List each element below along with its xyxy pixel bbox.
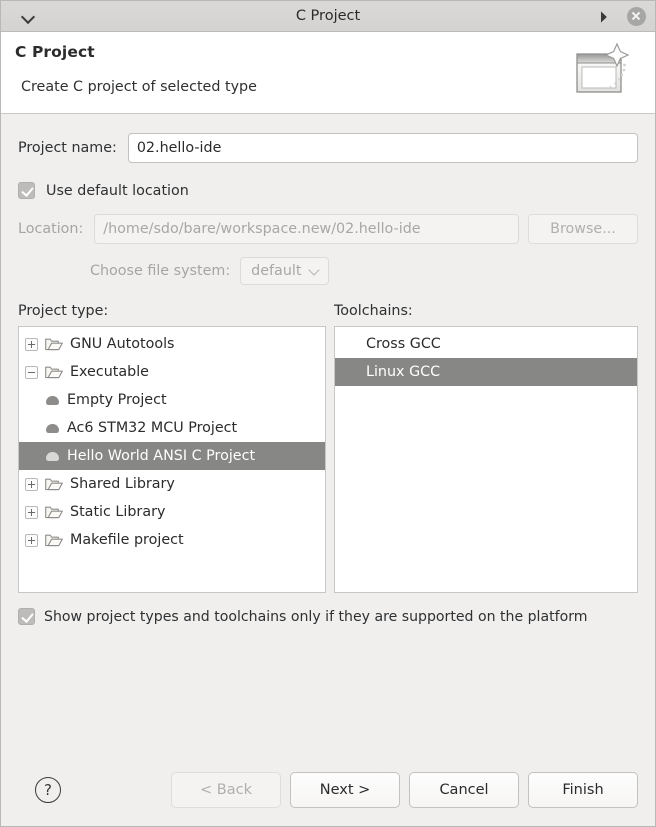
file-system-select[interactable]: default	[240, 257, 330, 285]
location-row: Location: /home/sdo/bare/workspace.new/0…	[18, 214, 638, 244]
toolchains-panel: Toolchains: Cross GCC Linux GCC	[334, 303, 638, 593]
use-default-location-row[interactable]: Use default location	[18, 182, 638, 199]
c-project-dialog: C Project C Project Create C project of …	[0, 0, 656, 827]
folder-icon	[45, 337, 63, 351]
toolchain-item-label: Linux GCC	[366, 364, 441, 380]
restore-button[interactable]	[590, 5, 612, 27]
project-type-item-label: Hello World ANSI C Project	[67, 448, 256, 464]
window-title: C Project	[295, 8, 361, 24]
toolchain-item[interactable]: Cross GCC	[335, 330, 637, 358]
close-button[interactable]	[625, 5, 647, 27]
expand-icon[interactable]	[25, 505, 38, 519]
project-type-item[interactable]: Static Library	[19, 498, 325, 526]
project-template-icon	[46, 450, 59, 463]
file-system-value: default	[251, 263, 302, 279]
toolchain-item-label: Cross GCC	[366, 336, 441, 352]
project-type-item-label: Makefile project	[70, 532, 184, 548]
project-type-item[interactable]: Shared Library	[19, 470, 325, 498]
chevron-down-icon	[310, 266, 320, 276]
new-project-wizard-icon	[567, 42, 637, 104]
title-bar: C Project	[1, 1, 655, 32]
page-title: C Project	[15, 43, 95, 61]
dialog-content: Project name: 02.hello-ide Use default l…	[1, 114, 655, 754]
project-type-label: Project type:	[18, 303, 109, 319]
dialog-footer: ? < Back Next > Cancel Finish	[1, 754, 655, 826]
folder-icon	[45, 505, 63, 519]
toolchains-label: Toolchains:	[334, 303, 413, 319]
use-default-location-checkbox[interactable]	[18, 182, 35, 199]
project-type-item[interactable]: Executable	[19, 358, 325, 386]
help-button[interactable]: ?	[35, 777, 61, 803]
location-label: Location:	[18, 221, 84, 237]
folder-icon	[45, 477, 63, 491]
project-name-label: Project name:	[18, 140, 117, 156]
project-type-tree[interactable]: GNU Autotools Executable Empty Project Ac6 …	[18, 326, 326, 593]
project-type-item[interactable]: Makefile project	[19, 526, 325, 554]
selection-panels: Project type: GNU Autotools Executable Emp…	[18, 303, 638, 593]
folder-icon	[45, 365, 63, 379]
expand-icon[interactable]	[25, 533, 38, 547]
project-template-icon	[46, 422, 59, 435]
project-type-item-label: Ac6 STM32 MCU Project	[67, 420, 238, 436]
footer-buttons: < Back Next > Cancel Finish	[171, 772, 638, 808]
browse-button[interactable]: Browse...	[528, 214, 638, 244]
project-type-item[interactable]: Hello World ANSI C Project	[19, 442, 325, 470]
folder-icon	[45, 533, 63, 547]
use-default-location-label: Use default location	[46, 182, 189, 199]
window-menu-button[interactable]	[11, 10, 45, 23]
page-subtitle: Create C project of selected type	[21, 79, 257, 95]
next-button[interactable]: Next >	[290, 772, 400, 808]
cancel-button[interactable]: Cancel	[409, 772, 519, 808]
project-type-item-label: GNU Autotools	[70, 336, 175, 352]
project-type-panel: Project type: GNU Autotools Executable Emp…	[18, 303, 326, 593]
finish-button[interactable]: Finish	[528, 772, 638, 808]
project-type-item-label: Shared Library	[70, 476, 175, 492]
window-controls	[590, 5, 647, 27]
wizard-header: C Project Create C project of selected t…	[1, 32, 655, 114]
project-type-item[interactable]: Ac6 STM32 MCU Project	[19, 414, 325, 442]
expand-icon[interactable]	[25, 477, 38, 491]
project-type-item[interactable]: Empty Project	[19, 386, 325, 414]
toolchains-list[interactable]: Cross GCC Linux GCC	[334, 326, 638, 593]
project-type-item-label: Static Library	[70, 504, 166, 520]
show-supported-checkbox[interactable]	[18, 608, 35, 625]
project-name-row: Project name: 02.hello-ide	[18, 133, 638, 163]
project-type-item[interactable]: GNU Autotools	[19, 330, 325, 358]
file-system-label: Choose file system:	[90, 263, 231, 279]
toolchain-item[interactable]: Linux GCC	[335, 358, 637, 386]
chevron-down-icon	[22, 10, 35, 23]
expand-icon[interactable]	[25, 337, 38, 351]
project-template-icon	[46, 394, 59, 407]
file-system-row: Choose file system: default	[18, 257, 638, 285]
location-input[interactable]: /home/sdo/bare/workspace.new/02.hello-id…	[94, 214, 519, 244]
show-supported-label: Show project types and toolchains only i…	[44, 608, 588, 625]
collapse-icon[interactable]	[25, 365, 38, 379]
show-supported-row[interactable]: Show project types and toolchains only i…	[18, 608, 638, 625]
restore-icon	[596, 11, 607, 22]
close-icon	[626, 6, 646, 26]
project-type-item-label: Empty Project	[67, 392, 167, 408]
project-type-item-label: Executable	[70, 364, 149, 380]
project-name-input[interactable]: 02.hello-ide	[127, 133, 638, 163]
back-button[interactable]: < Back	[171, 772, 281, 808]
